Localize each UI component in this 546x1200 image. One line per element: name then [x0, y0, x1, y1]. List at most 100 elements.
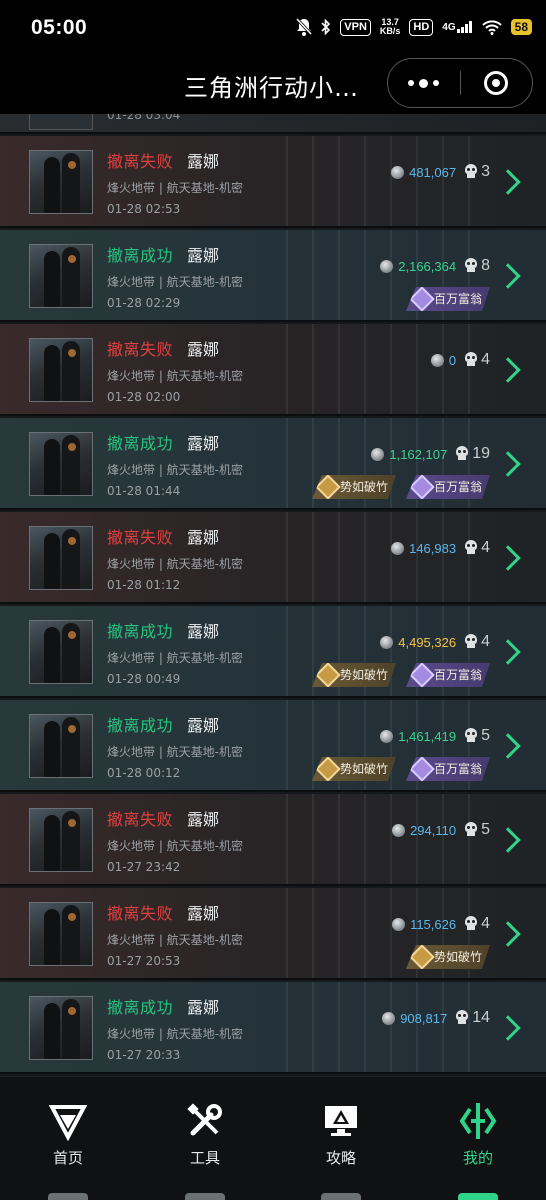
operator-name: 露娜 [187, 904, 220, 923]
operator-thumbnail [29, 714, 93, 778]
match-record-row[interactable]: 撤离成功 露娜 烽火地带 | 航天基地-机密 01-27 20:33 908,817 14 [0, 982, 546, 1074]
miniprogram-capsule [387, 58, 533, 108]
kill-count: 19 [472, 445, 490, 462]
extracted-value: 908,817 [400, 1010, 448, 1026]
map-mode: 烽火地带 | 航天基地-机密 [107, 839, 244, 853]
match-history-list[interactable]: 01-28 03:04 撤离失败 露娜 烽火地带 | 航天基地-机密 01-28 02… [0, 114, 546, 1076]
chevron-right-icon[interactable] [502, 734, 516, 758]
kill-count: 14 [472, 1009, 490, 1026]
skull-icon [464, 352, 478, 368]
match-stats: 1,461,419 5 [380, 726, 490, 746]
operator-thumbnail [29, 338, 93, 402]
match-stats: 2,166,364 8 [380, 256, 490, 276]
match-stats: 481,067 3 [391, 162, 490, 182]
skull-icon [464, 728, 478, 744]
close-button[interactable] [461, 59, 533, 107]
nav-guide[interactable]: 攻略 [291, 1101, 391, 1171]
badge-label: 百万富翁 [433, 762, 482, 776]
list-item-partial[interactable]: 01-28 03:04 [0, 114, 546, 134]
match-record-row[interactable]: 撤离失败 露娜 烽火地带 | 航天基地-机密 01-28 01:12 146,983 4 [0, 512, 546, 604]
operator-thumbnail [29, 244, 93, 308]
skull-icon [464, 634, 478, 650]
operator-name: 露娜 [187, 340, 220, 359]
match-record-row[interactable]: 撤离成功 露娜 烽火地带 | 航天基地-机密 01-28 01:44 1,162,107… [0, 418, 546, 510]
chevron-right-icon[interactable] [502, 922, 516, 946]
chevron-right-icon[interactable] [502, 1016, 516, 1040]
operator-name: 露娜 [187, 998, 220, 1017]
skull-icon [464, 916, 478, 932]
streak-badge-icon [315, 756, 340, 781]
nav-overflow-hint [321, 1193, 361, 1200]
match-record-row[interactable]: 撤离成功 露娜 烽火地带 | 航天基地-机密 01-28 00:12 1,461,419… [0, 700, 546, 792]
extraction-result: 撤离失败 [107, 152, 174, 171]
kill-count: 3 [481, 163, 490, 180]
coin-icon [382, 1011, 396, 1025]
extracted-value: 0 [448, 352, 457, 368]
background-decoration [286, 136, 486, 226]
skull-icon [455, 1010, 469, 1026]
kill-count: 8 [481, 257, 490, 274]
operator-thumbnail [29, 620, 93, 684]
skull-icon [464, 822, 478, 838]
achievement-badge: 势如破竹 [312, 757, 396, 781]
network-type: 4G [442, 22, 456, 33]
coin-icon [391, 165, 405, 179]
match-date: 01-28 01:44 [107, 484, 181, 498]
extraction-result: 撤离成功 [107, 716, 174, 735]
badge-label: 势如破竹 [339, 668, 388, 682]
coin-icon [391, 541, 405, 555]
match-record-row[interactable]: 撤离成功 露娜 烽火地带 | 航天基地-机密 01-28 00:49 4,495,326… [0, 606, 546, 698]
match-date: 01-28 03:04 [107, 114, 181, 122]
bottom-nav: 首页 工具 攻略 我的 [0, 1076, 546, 1200]
mute-bell-icon [296, 18, 313, 36]
more-button[interactable] [388, 59, 460, 107]
chevron-right-icon[interactable] [502, 452, 516, 476]
chevron-right-icon[interactable] [502, 170, 516, 194]
chevron-right-icon[interactable] [502, 264, 516, 288]
nav-home[interactable]: 首页 [18, 1101, 118, 1171]
chevron-right-icon[interactable] [502, 358, 516, 382]
close-target-icon [484, 71, 509, 95]
match-date: 01-27 23:42 [107, 860, 181, 874]
skull-icon [464, 164, 478, 180]
nav-tools[interactable]: 工具 [155, 1101, 255, 1171]
millionaire-badge-icon [409, 756, 434, 781]
match-stats: 146,983 4 [391, 538, 490, 558]
badge-label: 势如破竹 [339, 762, 388, 776]
achievement-badges: 势如破竹 百万富翁 [312, 663, 490, 687]
extraction-result: 撤离失败 [107, 340, 174, 359]
chevron-right-icon[interactable] [502, 828, 516, 852]
title-bar: 三角洲行动小… [0, 58, 546, 114]
signal-indicator: 4G [442, 21, 472, 33]
achievement-badges: 势如破竹 百万富翁 [312, 757, 490, 781]
background-decoration [286, 324, 486, 414]
match-record-row[interactable]: 撤离成功 露娜 烽火地带 | 航天基地-机密 01-28 02:29 2,166,364… [0, 230, 546, 322]
extraction-result: 撤离失败 [107, 528, 174, 547]
match-record-row[interactable]: 撤离失败 露娜 烽火地带 | 航天基地-机密 01-27 23:42 294,110 5 [0, 794, 546, 886]
streak-badge-icon [315, 474, 340, 499]
badge-label: 百万富翁 [433, 668, 482, 682]
map-mode: 烽火地带 | 航天基地-机密 [107, 651, 244, 665]
chevron-right-icon[interactable] [502, 546, 516, 570]
bluetooth-icon [321, 19, 331, 35]
chevron-right-icon[interactable] [502, 640, 516, 664]
achievement-badge: 势如破竹 [312, 663, 396, 687]
match-record-row[interactable]: 撤离失败 露娜 烽火地带 | 航天基地-机密 01-27 20:53 115,626 4 势… [0, 888, 546, 980]
nav-overflow-hint [458, 1193, 498, 1200]
operator-name: 露娜 [187, 246, 220, 265]
coin-icon [371, 447, 385, 461]
coin-icon [380, 729, 394, 743]
nav-profile[interactable]: 我的 [428, 1101, 528, 1171]
coin-icon [380, 635, 394, 649]
map-mode: 烽火地带 | 航天基地-机密 [107, 463, 244, 477]
kill-count: 4 [481, 539, 490, 556]
operator-thumbnail [29, 808, 93, 872]
wifi-icon [481, 19, 502, 35]
match-record-row[interactable]: 撤离失败 露娜 烽火地带 | 航天基地-机密 01-28 02:53 481,067 3 [0, 136, 546, 228]
kill-count: 5 [481, 821, 490, 838]
extracted-value: 4,495,326 [398, 634, 457, 650]
badge-label: 百万富翁 [433, 480, 482, 494]
streak-badge-icon [409, 944, 434, 969]
match-record-row[interactable]: 撤离失败 露娜 烽火地带 | 航天基地-机密 01-28 02:00 0 4 [0, 324, 546, 416]
extracted-value: 2,166,364 [398, 258, 457, 274]
